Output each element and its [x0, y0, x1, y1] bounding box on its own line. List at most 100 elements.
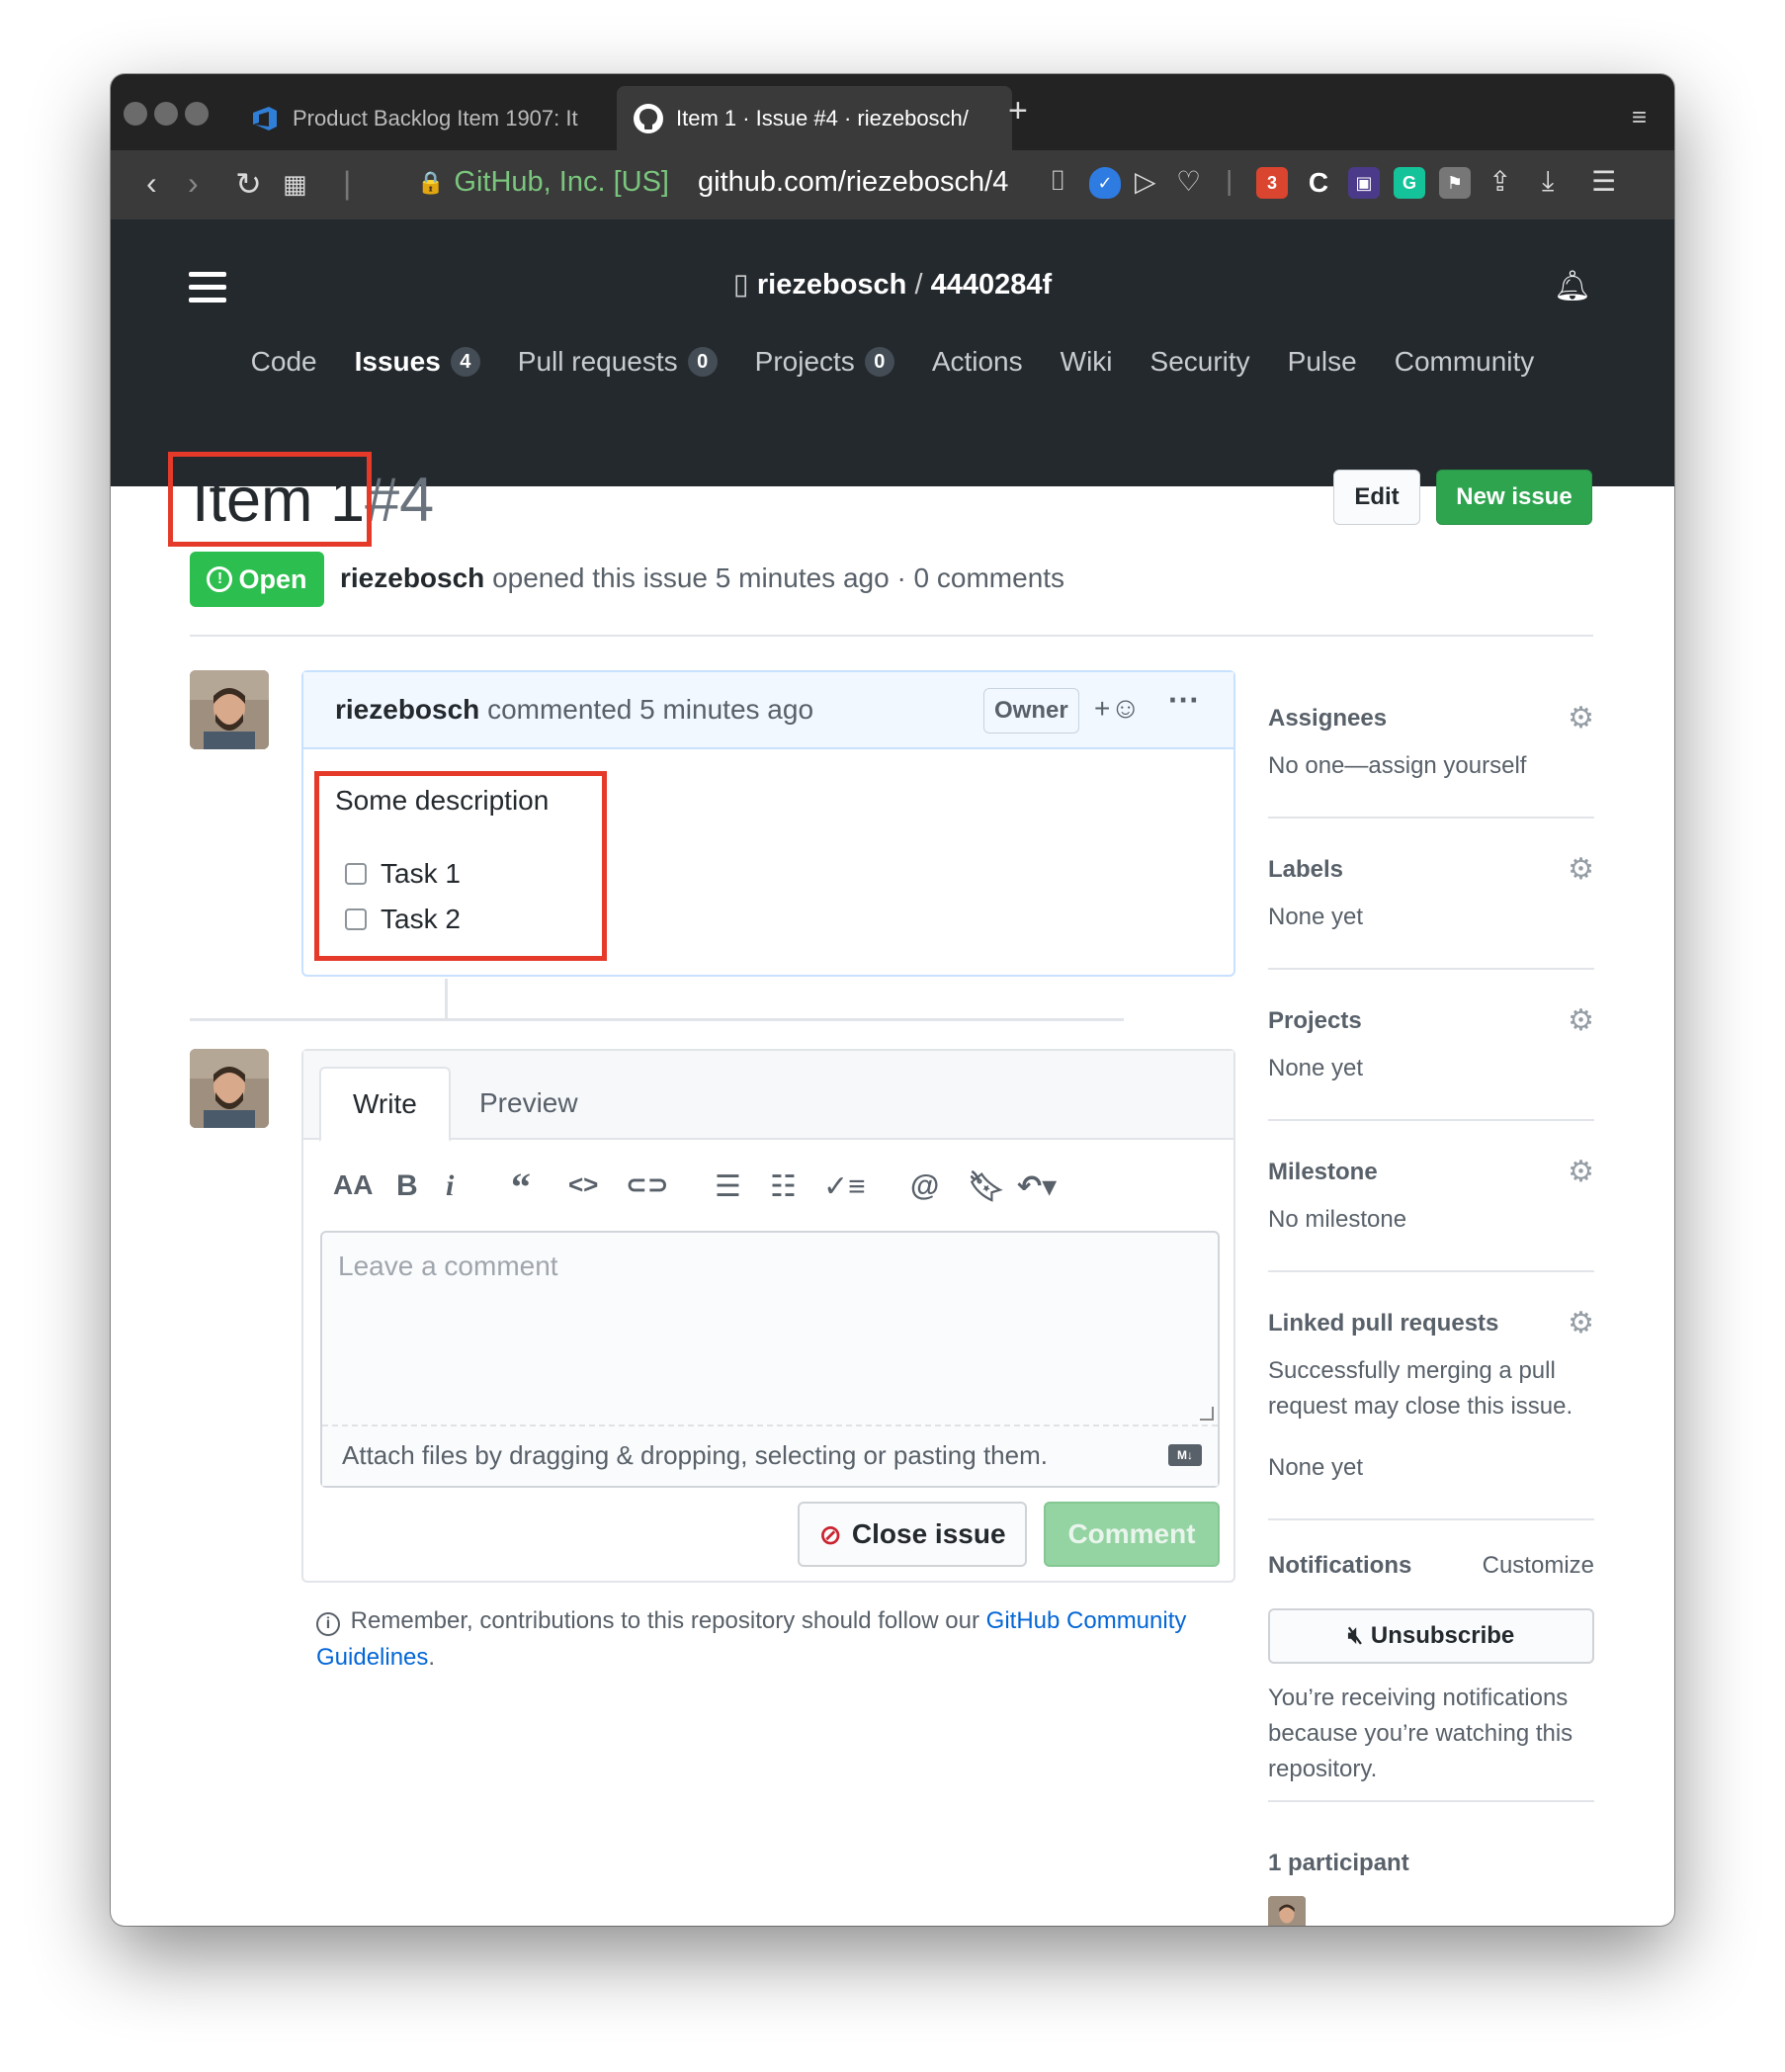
repo-separator: /: [914, 269, 923, 301]
participant-avatar[interactable]: [1268, 1896, 1306, 1926]
sidebar-divider: [1268, 1270, 1594, 1272]
download-icon[interactable]: ⤓: [1542, 165, 1554, 198]
send-icon[interactable]: ▷: [1135, 165, 1156, 198]
resize-handle[interactable]: [1200, 1407, 1214, 1421]
avatar-image: [190, 1049, 269, 1128]
separator: |: [1226, 165, 1233, 196]
sidebar-value: None yet: [1268, 1454, 1364, 1481]
refresh-extension-icon[interactable]: C: [1303, 167, 1334, 199]
security-indicator[interactable]: 🔒 GitHub, Inc. [US]: [417, 166, 669, 199]
comment-author-link[interactable]: riezebosch: [335, 694, 479, 725]
close-window-button[interactable]: [124, 102, 147, 126]
tab-label: Product Backlog Item 1907: It: [293, 105, 578, 130]
task-list-icon[interactable]: ✓≡: [823, 1169, 866, 1204]
nav-issues[interactable]: Issues 4: [355, 346, 480, 378]
assign-yourself-link[interactable]: No one—assign yourself: [1268, 748, 1526, 784]
nav-wiki[interactable]: Wiki: [1061, 346, 1113, 378]
numbered-list-icon[interactable]: ☷: [770, 1169, 797, 1204]
markdown-icon[interactable]: M↓: [1168, 1444, 1202, 1466]
comment-textarea[interactable]: Leave a comment Attach files by dragging…: [320, 1231, 1220, 1488]
mention-icon[interactable]: @: [910, 1169, 939, 1203]
sidebar-divider: [1268, 817, 1594, 819]
customize-link[interactable]: Customize: [1483, 1548, 1594, 1584]
nav-code[interactable]: Code: [251, 346, 317, 378]
nav-pull-requests[interactable]: Pull requests 0: [518, 346, 718, 378]
shield-icon[interactable]: ✓: [1089, 167, 1121, 199]
bookmark-extension-icon[interactable]: ▣: [1348, 167, 1380, 199]
description-highlight-box: [314, 771, 607, 961]
avatar-image: [190, 670, 269, 749]
smiley-icon: ☺: [1110, 692, 1141, 725]
gear-icon[interactable]: ⚙: [1568, 1003, 1594, 1038]
nav-pulse[interactable]: Pulse: [1288, 346, 1357, 378]
quote-icon[interactable]: “: [511, 1164, 531, 1210]
share-icon[interactable]: ⇪: [1488, 165, 1511, 198]
link-icon[interactable]: ⊂⊃: [626, 1169, 669, 1200]
nav-projects[interactable]: Projects 0: [755, 346, 894, 378]
gear-icon[interactable]: ⚙: [1568, 1155, 1594, 1189]
attach-files-area[interactable]: Attach files by dragging & dropping, sel…: [322, 1424, 1218, 1486]
unsubscribe-button[interactable]: 🔇︎ Unsubscribe: [1268, 1608, 1594, 1664]
gear-icon[interactable]: ⚙: [1568, 852, 1594, 887]
new-tab-button[interactable]: +: [1008, 92, 1028, 130]
gear-icon[interactable]: ⚙: [1568, 1306, 1594, 1340]
security-label: GitHub, Inc. [US]: [454, 166, 669, 198]
grammarly-icon[interactable]: G: [1394, 167, 1425, 199]
issue-number: #4: [365, 466, 435, 535]
menu-icon[interactable]: ☰: [1591, 165, 1616, 198]
avatar[interactable]: [190, 670, 269, 749]
more-options-icon[interactable]: ···: [1168, 682, 1200, 719]
repo-owner-link[interactable]: riezebosch: [757, 269, 907, 301]
separator: |: [343, 165, 352, 201]
github-icon: [634, 103, 663, 133]
comment-composer: Write Preview AA B i “ <> ⊂⊃ ☰ ☷ ✓≡ @ 🔖︎…: [301, 1049, 1235, 1583]
nav-actions[interactable]: Actions: [932, 346, 1023, 378]
edit-button[interactable]: Edit: [1333, 470, 1420, 525]
avatar[interactable]: [190, 1049, 269, 1128]
camera-icon[interactable]: ⌷: [1050, 165, 1066, 198]
owner-badge: Owner: [983, 688, 1079, 734]
sidebar-divider: [1268, 1800, 1594, 1802]
info-icon: i: [316, 1612, 340, 1636]
comment-button[interactable]: Comment: [1044, 1502, 1220, 1567]
sidebar-heading: Linked pull requests: [1268, 1310, 1499, 1337]
reload-icon[interactable]: ↻: [235, 165, 262, 203]
markdown-toolbar: AA B i “ <> ⊂⊃ ☰ ☷ ✓≡ @ 🔖︎ ↶▾: [303, 1165, 1233, 1219]
italic-icon[interactable]: i: [446, 1169, 454, 1203]
minimize-window-button[interactable]: [154, 102, 178, 126]
flag-extension-icon[interactable]: ⚑: [1439, 167, 1471, 199]
sidebar-heading: Notifications: [1268, 1552, 1412, 1579]
author-link[interactable]: riezebosch: [340, 562, 484, 593]
sidebar-heading: 1 participant: [1268, 1850, 1409, 1876]
tab-issue[interactable]: Item 1 · Issue #4 · riezebosch/: [617, 86, 1012, 150]
tab-write[interactable]: Write: [319, 1067, 451, 1142]
new-issue-button[interactable]: New issue: [1436, 470, 1592, 525]
add-reaction-button[interactable]: +☺: [1094, 692, 1141, 726]
issues-counter: 4: [450, 347, 480, 377]
notifications-bell-icon[interactable]: 🔔︎: [1554, 269, 1591, 303]
repo-name-link[interactable]: 4440284f: [931, 269, 1053, 301]
extension-badge[interactable]: 3: [1256, 167, 1288, 199]
code-icon[interactable]: <>: [568, 1169, 598, 1200]
tab-menu-icon[interactable]: ≡: [1632, 102, 1647, 132]
bulleted-list-icon[interactable]: ☰: [715, 1169, 741, 1204]
close-issue-button[interactable]: ⊘ Close issue: [798, 1502, 1027, 1567]
issue-meta: riezebosch opened this issue 5 minutes a…: [340, 562, 1065, 593]
zoom-window-button[interactable]: [185, 102, 209, 126]
heart-icon[interactable]: ♡: [1176, 165, 1201, 198]
tab-preview[interactable]: Preview: [448, 1067, 610, 1140]
sidebar-value: None yet: [1268, 904, 1364, 930]
url-field[interactable]: github.com/riezebosch/4: [698, 166, 1014, 199]
nav-security[interactable]: Security: [1150, 346, 1250, 378]
bold-icon[interactable]: B: [396, 1169, 418, 1203]
heading-icon[interactable]: AA: [333, 1169, 373, 1201]
status-badge: ! Open: [190, 552, 324, 607]
gear-icon[interactable]: ⚙: [1568, 701, 1594, 735]
reply-icon[interactable]: ↶▾: [1017, 1169, 1057, 1204]
speed-dial-icon[interactable]: ▦: [283, 169, 307, 200]
reference-icon[interactable]: 🔖︎: [968, 1169, 1005, 1204]
back-icon[interactable]: ‹: [146, 165, 157, 202]
sidebar-value: No milestone: [1268, 1206, 1407, 1233]
nav-community[interactable]: Community: [1395, 346, 1535, 378]
forward-icon[interactable]: ›: [188, 165, 199, 202]
